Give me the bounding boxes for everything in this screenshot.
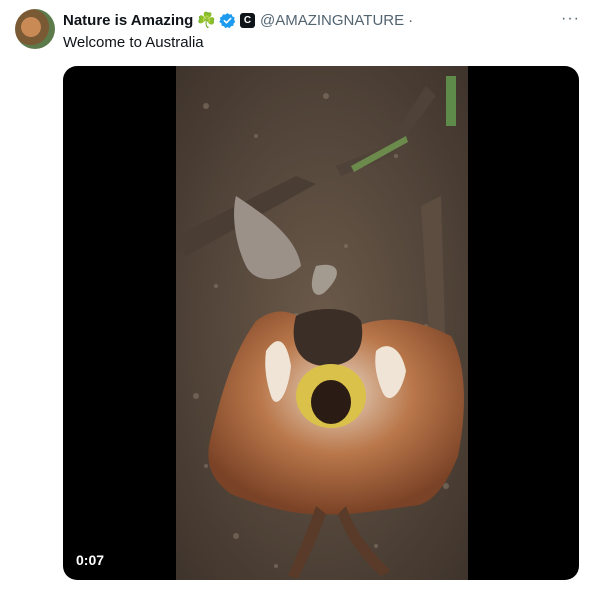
video-player[interactable]: 0:07 — [63, 66, 579, 580]
verified-badge-icon — [219, 12, 236, 28]
video-duration: 0:07 — [76, 552, 105, 568]
author-handle[interactable]: @AMAZINGNATURE — [260, 12, 404, 29]
avatar[interactable] — [15, 9, 55, 49]
tweet-text: Welcome to Australia — [63, 34, 204, 51]
more-options-icon[interactable]: ··· — [561, 10, 580, 28]
tweet-header: Nature is Amazing ☘️ C @AMAZINGNATURE · — [63, 10, 413, 30]
separator-dot: · — [408, 11, 414, 29]
clover-emoji: ☘️ — [197, 12, 216, 29]
author-name[interactable]: Nature is Amazing — [63, 12, 193, 29]
affiliate-badge-icon[interactable]: C — [240, 12, 255, 28]
video-frame-lizard — [176, 66, 468, 580]
